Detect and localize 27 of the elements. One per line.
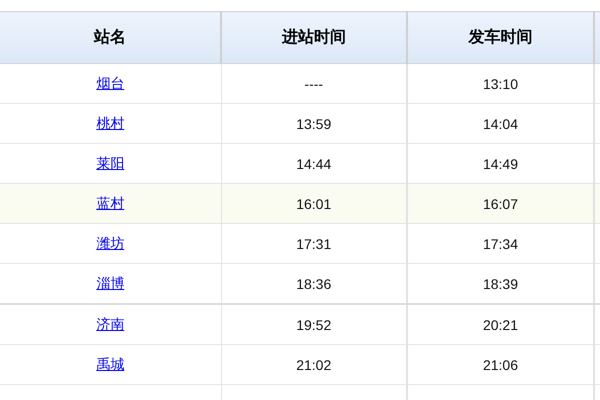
station-link[interactable]: 蓝村 [96,194,124,210]
time-text: 19:52 [296,316,332,332]
time-text: 17:31 [296,236,332,252]
station-link[interactable]: 济南 [96,316,124,332]
time-text: 14:49 [482,156,518,172]
time-text: 13:59 [296,116,332,132]
time-text: 21:02 [296,356,332,372]
station-link[interactable]: 淄博 [96,274,124,290]
time-text: 20:21 [482,316,518,332]
column-header: 发车时间 [407,12,594,64]
time-text: 16:01 [296,196,332,212]
time-text: 14:44 [296,156,332,172]
time-text: 18:36 [296,276,332,292]
time-text: 17:34 [482,236,518,252]
station-link[interactable]: 莱阳 [96,154,124,170]
station-link[interactable]: 桃村 [96,114,124,130]
time-text: 16:07 [482,196,518,212]
time-text: 21:06 [482,356,518,372]
station-link[interactable]: 潍坊 [96,234,124,250]
column-header: 站名 [0,12,221,64]
station-link[interactable]: 烟台 [96,74,124,90]
station-link[interactable]: 禹城 [96,356,124,372]
time-text: 14:04 [482,116,518,132]
time-text: 13:10 [482,76,518,92]
time-text: ---- [304,76,324,92]
column-header: 进站时间 [221,12,407,64]
time-text: 18:39 [482,276,518,292]
